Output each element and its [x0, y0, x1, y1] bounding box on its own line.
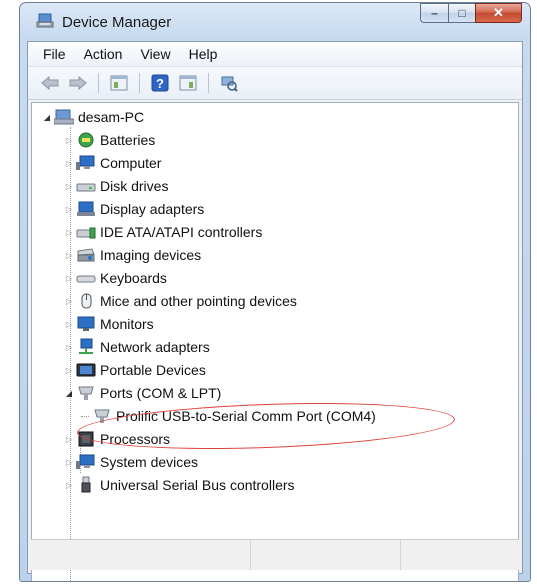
close-button[interactable]: ✕	[475, 3, 522, 23]
collapsed-arrow-icon[interactable]: ▷	[64, 366, 74, 375]
tree-item-display-adapters[interactable]: ▷ Display adapters	[64, 198, 204, 220]
tree-item-label: Display adapters	[100, 201, 205, 217]
tree-item-batteries[interactable]: ▷ Batteries	[64, 129, 155, 151]
scan-hardware-icon[interactable]	[217, 72, 241, 94]
menu-file[interactable]: File	[34, 44, 75, 64]
back-icon[interactable]	[38, 72, 62, 94]
toolbar: ?	[28, 67, 522, 100]
toolbar-separator	[139, 73, 140, 93]
tree-item-label: Portable Devices	[100, 362, 206, 378]
tree-item-label: Monitors	[100, 316, 154, 332]
tree-item-label: Network adapters	[100, 339, 210, 355]
tree-item-label: Batteries	[100, 132, 156, 148]
collapsed-arrow-icon[interactable]: ▷	[64, 481, 74, 490]
tree-item-label: Mice and other pointing devices	[100, 293, 297, 309]
collapsed-arrow-icon[interactable]: ▷	[64, 136, 74, 145]
port-icon	[76, 384, 96, 402]
toolbar-separator	[98, 73, 99, 93]
menu-help[interactable]: Help	[180, 44, 227, 64]
tree-item-label: Disk drives	[100, 178, 169, 194]
tree-item-label: Keyboards	[100, 270, 167, 286]
collapsed-arrow-icon[interactable]: ▷	[64, 458, 74, 467]
tree-item-disk-drives[interactable]: ▷ Disk drives	[64, 175, 169, 197]
menu-bar: File Action View Help	[28, 42, 522, 67]
tree-item-computer[interactable]: ▷ Computer	[64, 152, 162, 174]
window-client-area: File Action View Help ? ◢ desam-PC ▷ Bat…	[27, 41, 523, 581]
tree-item-label: Computer	[100, 155, 162, 171]
battery-icon	[76, 131, 96, 149]
tree-item-label: Imaging devices	[100, 247, 202, 263]
expanded-arrow-icon[interactable]: ◢	[42, 113, 52, 122]
tree-item-network-adapters[interactable]: ▷ Network adapters	[64, 336, 210, 358]
tree-item-label: IDE ATA/ATAPI controllers	[100, 224, 263, 240]
tree-item-monitors[interactable]: ▷ Monitors	[64, 313, 154, 335]
ide-controller-icon	[76, 223, 96, 241]
status-pane	[31, 540, 251, 570]
keyboard-icon	[76, 269, 96, 287]
forward-icon[interactable]	[66, 72, 90, 94]
svg-text:?: ?	[156, 76, 164, 91]
portable-device-icon	[76, 361, 96, 379]
maximize-button[interactable]: □	[448, 3, 475, 23]
tree-item-label: Universal Serial Bus controllers	[100, 477, 295, 493]
menu-view[interactable]: View	[131, 44, 179, 64]
tree-item-portable-devices[interactable]: ▷ Portable Devices	[64, 359, 206, 381]
network-adapter-icon	[76, 338, 96, 356]
usb-icon	[76, 476, 96, 494]
menu-action[interactable]: Action	[75, 44, 132, 64]
tree-item-keyboards[interactable]: ▷ Keyboards	[64, 267, 167, 289]
collapsed-arrow-icon[interactable]: ▷	[64, 320, 74, 329]
status-pane	[401, 540, 519, 570]
tree-item-imaging-devices[interactable]: ▷ Imaging devices	[64, 244, 201, 266]
tree-item-ide-controllers[interactable]: ▷ IDE ATA/ATAPI controllers	[64, 221, 262, 243]
disk-drive-icon	[76, 177, 96, 195]
collapsed-arrow-icon[interactable]: ▷	[64, 228, 74, 237]
collapsed-arrow-icon[interactable]: ▷	[64, 251, 74, 260]
collapsed-arrow-icon[interactable]: ▷	[64, 182, 74, 191]
monitor-icon	[76, 315, 96, 333]
tree-item-usb-controllers[interactable]: ▷ Universal Serial Bus controllers	[64, 474, 295, 496]
help-icon[interactable]: ?	[148, 72, 172, 94]
tree-item-mice[interactable]: ▷ Mice and other pointing devices	[64, 290, 297, 312]
device-manager-window: Device Manager – □ ✕ File Action View He…	[19, 2, 531, 582]
properties-icon[interactable]	[107, 72, 131, 94]
status-bar	[31, 539, 519, 570]
toolbar-separator	[208, 73, 209, 93]
status-pane	[251, 540, 401, 570]
display-adapter-icon	[76, 200, 96, 218]
window-title: Device Manager	[62, 14, 172, 31]
tree-item-ports[interactable]: ◢ Ports (COM & LPT)	[64, 382, 221, 404]
collapsed-arrow-icon[interactable]: ▷	[64, 435, 74, 444]
collapsed-arrow-icon[interactable]: ▷	[64, 343, 74, 352]
computer-root-icon	[54, 108, 74, 126]
tree-root-label: desam-PC	[78, 109, 145, 125]
minimize-button[interactable]: –	[420, 3, 448, 23]
expanded-arrow-icon[interactable]: ◢	[64, 389, 74, 398]
device-tree[interactable]: ◢ desam-PC ▷ Batteries ▷ Computer ▷ Disk…	[31, 102, 519, 581]
title-bar[interactable]: Device Manager – □ ✕	[20, 3, 530, 41]
tree-root-desam-pc[interactable]: ◢ desam-PC	[42, 106, 144, 128]
collapsed-arrow-icon[interactable]: ▷	[64, 205, 74, 214]
tree-item-label: System devices	[100, 454, 199, 470]
system-device-icon	[76, 453, 96, 471]
collapsed-arrow-icon[interactable]: ▷	[64, 159, 74, 168]
tree-item-system-devices[interactable]: ▷ System devices	[64, 451, 198, 473]
tree-guide-line	[81, 416, 89, 417]
collapsed-arrow-icon[interactable]: ▷	[64, 274, 74, 283]
show-hidden-icon[interactable]	[176, 72, 200, 94]
imaging-device-icon	[76, 246, 96, 264]
collapsed-arrow-icon[interactable]: ▷	[64, 297, 74, 306]
computer-icon	[76, 154, 96, 172]
mouse-icon	[76, 292, 96, 310]
tree-item-label: Ports (COM & LPT)	[100, 385, 222, 401]
device-manager-app-icon	[36, 13, 54, 29]
